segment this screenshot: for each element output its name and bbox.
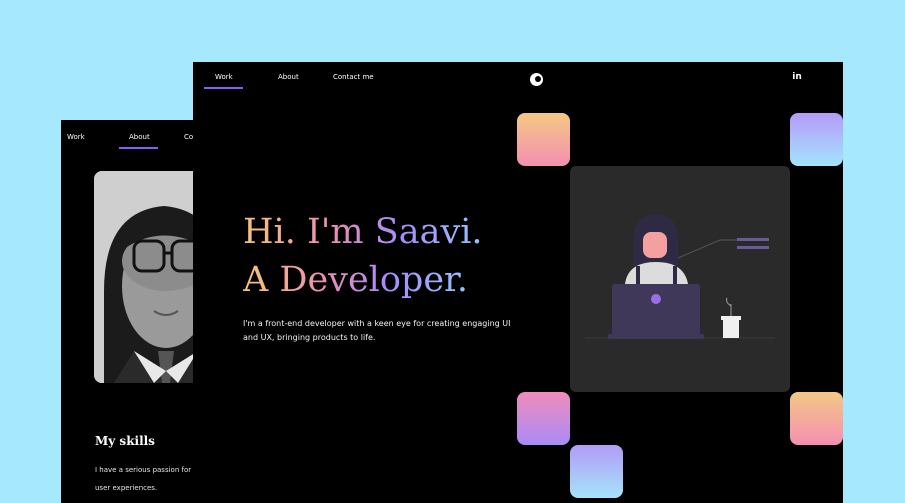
active-tab-indicator [119, 147, 158, 149]
active-tab-indicator [204, 87, 243, 89]
developer-illustration-card [570, 166, 790, 392]
hero-description-line-1: I'm a front-end developer with a keen ey… [243, 319, 511, 328]
developer-illustration [585, 214, 775, 339]
nav-work-link[interactable]: Work [67, 133, 85, 141]
linkedin-icon[interactable]: in [790, 70, 804, 84]
logo-icon[interactable] [530, 73, 543, 86]
decor-square [570, 445, 623, 498]
hero-heading-line-2: A Developer. [243, 260, 469, 300]
nav-about-link[interactable]: About [129, 133, 150, 141]
hero-heading-line-1: Hi. I'm Saavi. [243, 212, 483, 252]
nav-work-link[interactable]: Work [215, 73, 233, 81]
skills-text-line-1: I have a serious passion for UI [95, 466, 201, 474]
skills-heading: My skills [95, 434, 155, 448]
decor-square [790, 113, 843, 166]
decor-square [517, 392, 570, 445]
nav-about-link[interactable]: About [278, 73, 299, 81]
decor-square [517, 113, 570, 166]
nav-contact-link[interactable]: Contact me [333, 73, 374, 81]
decor-square [790, 392, 843, 445]
skills-text-line-2: user experiences. [95, 484, 158, 492]
nav-contact-link[interactable]: Co [184, 133, 193, 141]
hero-description-line-2: and UX, bringing products to life. [243, 333, 376, 342]
home-window: Work About Contact me in Hi. I'm Saavi. … [193, 62, 843, 503]
